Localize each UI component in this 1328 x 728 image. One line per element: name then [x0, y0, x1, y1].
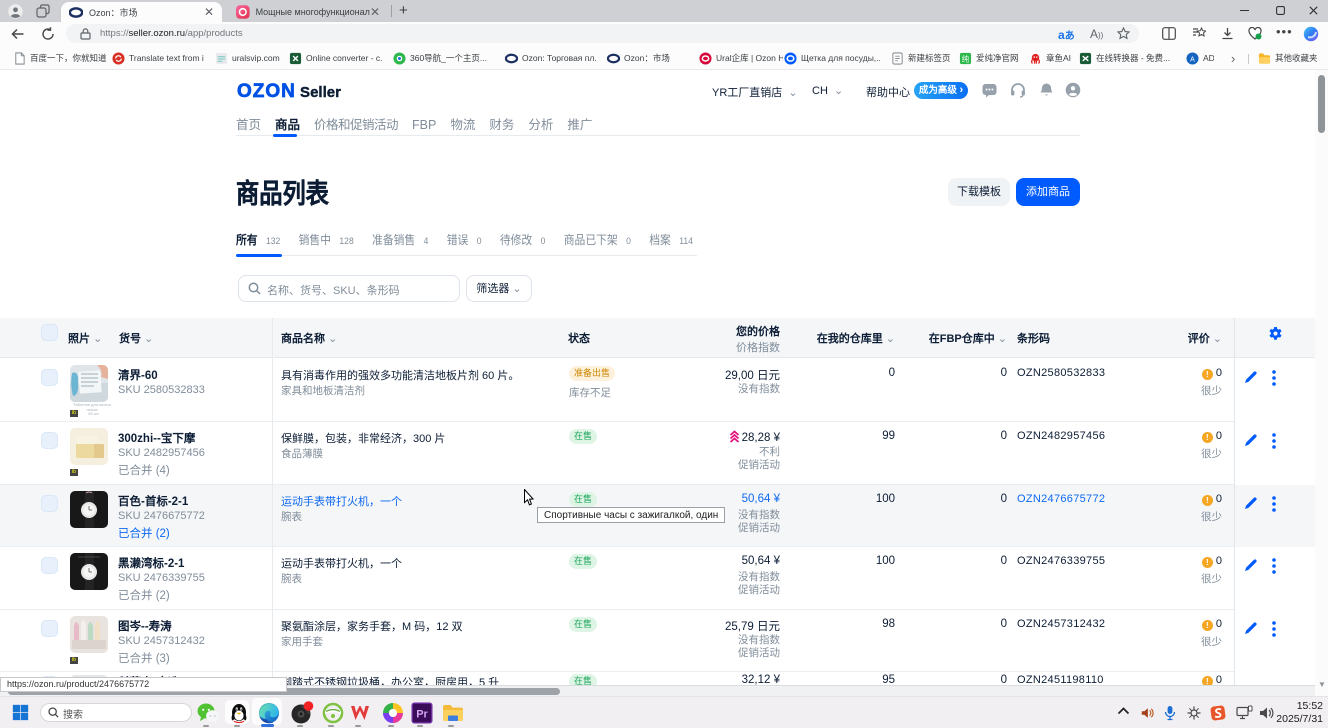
- svg-text:Pr: Pr: [416, 709, 428, 721]
- svg-text:A: A: [1190, 56, 1195, 63]
- svg-text:纯: 纯: [962, 53, 970, 63]
